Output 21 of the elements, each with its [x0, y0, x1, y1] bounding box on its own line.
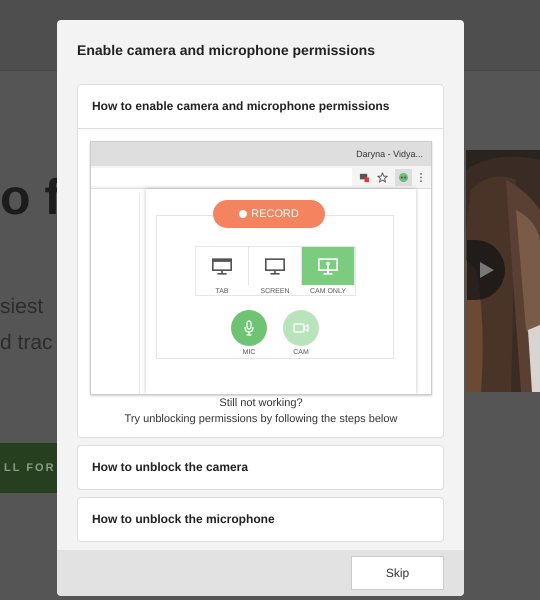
star-icon: [377, 172, 388, 182]
extension-icon: [398, 172, 409, 182]
help-text: Try unblocking permissions by following the steps below: [124, 412, 398, 427]
help-text: Still not working?: [218, 396, 304, 411]
dialog-title: Enable camera and microphone permissions: [76, 41, 376, 60]
toggle-button[interactable]: [231, 310, 267, 346]
accordion-header[interactable]: How to unblock the microphone: [78, 498, 443, 541]
monitor-tab-icon: [210, 256, 232, 276]
monitor-person-icon: [316, 256, 338, 276]
mode-tile[interactable]: [302, 247, 354, 285]
skip-button[interactable]: Skip: [351, 556, 444, 590]
accordion-header[interactable]: How to unblock the camera: [78, 446, 443, 489]
window-title: Daryna - Vidya...: [356, 149, 423, 159]
accordion-header[interactable]: How to enable camera and microphone permissions: [78, 85, 443, 129]
cta-button[interactable]: LL FOR: [0, 443, 57, 493]
toggle-button[interactable]: [283, 310, 319, 346]
mode-tile[interactable]: [248, 247, 302, 285]
record-dot-icon: [239, 210, 248, 218]
cast-blocked-icon: [359, 172, 370, 182]
monitor-icon: [264, 256, 286, 276]
menu-icon: [419, 172, 423, 182]
